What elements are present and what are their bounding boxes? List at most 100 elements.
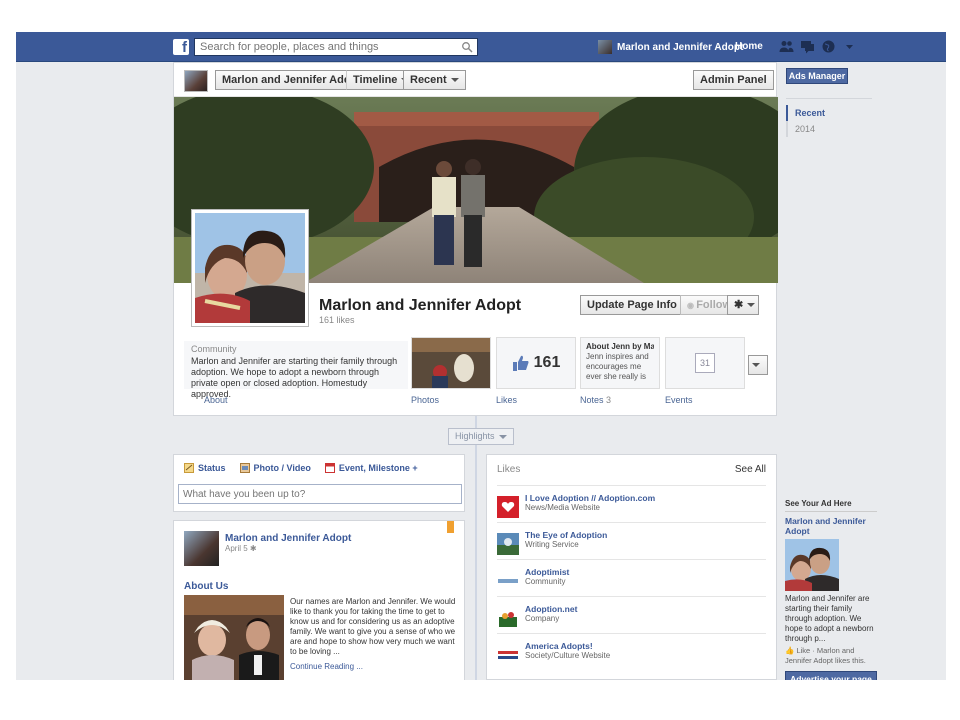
ads-manager-button[interactable]: Ads Manager bbox=[786, 68, 848, 84]
facebook-logo[interactable]: f bbox=[173, 39, 189, 56]
advertise-page-button[interactable]: Advertise your page bbox=[785, 671, 877, 680]
eye-of-adoption-logo-icon bbox=[497, 533, 519, 555]
search-box[interactable] bbox=[194, 38, 478, 56]
liked-page-category: Writing Service bbox=[525, 540, 579, 549]
adoptimist-logo-icon bbox=[497, 570, 519, 592]
about-box: Community Marlon and Jennifer are starti… bbox=[184, 341, 408, 399]
notes-tab[interactable]: Notes 3 bbox=[580, 395, 611, 405]
highlights-label: Highlights bbox=[455, 431, 495, 441]
page-card: Marlon and Jennifer Adopt Timeline Recen… bbox=[173, 62, 778, 416]
notes-tile[interactable]: About Jenn by Ma Jenn inspires and encou… bbox=[580, 337, 660, 389]
chevron-down-icon bbox=[752, 363, 760, 368]
status-composer: Status Photo / Video Event, Milestone + bbox=[173, 454, 465, 512]
events-tab[interactable]: Events bbox=[665, 395, 693, 405]
page-name-button[interactable]: Marlon and Jennifer Adopt bbox=[215, 70, 368, 90]
home-link[interactable]: Home bbox=[735, 41, 763, 52]
continue-reading-link[interactable]: Continue Reading ... bbox=[290, 662, 363, 671]
page-title: Marlon and Jennifer Adopt bbox=[319, 297, 522, 314]
event-milestone-tab[interactable]: Event, Milestone + bbox=[324, 463, 418, 473]
messages-icon[interactable] bbox=[800, 39, 815, 54]
ad-image[interactable] bbox=[785, 539, 839, 591]
recent-label: Recent bbox=[410, 74, 447, 86]
timeline-year-nav: Recent 2014 bbox=[786, 98, 872, 137]
recent-dropdown[interactable]: Recent bbox=[403, 70, 466, 90]
update-page-info-button[interactable]: Update Page Info bbox=[580, 295, 684, 315]
liked-page-name[interactable]: Adoption.net bbox=[525, 604, 577, 614]
see-your-ad-link[interactable]: See Your Ad Here bbox=[785, 499, 877, 512]
settings-gear-button[interactable]: ✱ bbox=[727, 295, 759, 315]
bookmark-icon[interactable] bbox=[447, 521, 454, 533]
likes-tile[interactable]: 161 bbox=[496, 337, 576, 389]
notes-count: 3 bbox=[606, 395, 612, 405]
highlights-dropdown[interactable]: Highlights bbox=[448, 428, 514, 445]
liked-page-item[interactable]: America Adopts! Society/Culture Website bbox=[497, 633, 766, 670]
liked-page-item[interactable]: Adoptimist Community bbox=[497, 559, 766, 596]
more-tiles-button[interactable] bbox=[748, 355, 768, 375]
settings-dropdown-icon[interactable] bbox=[842, 39, 857, 54]
liked-page-name[interactable]: America Adopts! bbox=[525, 641, 593, 651]
post-heading[interactable]: About Us bbox=[184, 581, 228, 592]
liked-page-name[interactable]: I Love Adoption // Adoption.com bbox=[525, 493, 655, 503]
post-date[interactable]: April 5 ✱ bbox=[225, 544, 257, 553]
follow-label: Follow bbox=[696, 299, 732, 311]
post-photo-image bbox=[184, 595, 284, 680]
see-all-link[interactable]: See All bbox=[735, 464, 766, 476]
calendar-icon: 31 bbox=[695, 353, 715, 373]
likes-panel: Likes See All I Love Adoption // Adoptio… bbox=[486, 454, 777, 680]
liked-page-category: Society/Culture Website bbox=[525, 651, 611, 660]
about-tab[interactable]: About bbox=[204, 395, 228, 405]
likes-panel-title[interactable]: Likes bbox=[497, 464, 520, 476]
likes-count: 161 bbox=[533, 354, 561, 371]
events-tile[interactable]: 31 bbox=[665, 337, 745, 389]
post-author-avatar[interactable] bbox=[184, 531, 219, 566]
status-tab[interactable]: Status bbox=[184, 463, 226, 473]
thumbs-up-icon bbox=[512, 355, 529, 371]
page-header-avatar[interactable] bbox=[184, 70, 208, 92]
america-adopts-logo-icon bbox=[497, 644, 519, 666]
admin-panel-button[interactable]: Admin Panel bbox=[693, 70, 774, 90]
search-input[interactable] bbox=[195, 39, 455, 55]
notes-label: Notes bbox=[580, 395, 604, 405]
year-nav-item[interactable]: 2014 bbox=[786, 121, 872, 137]
friend-requests-icon[interactable] bbox=[779, 39, 794, 54]
event-milestone-tab-label: Event, Milestone + bbox=[338, 463, 418, 473]
liked-page-name[interactable]: The Eye of Adoption bbox=[525, 530, 607, 540]
likes-panel-header: Likes See All bbox=[487, 455, 776, 485]
liked-page-item[interactable]: I Love Adoption // Adoption.com News/Med… bbox=[497, 485, 766, 522]
post-photo[interactable] bbox=[184, 595, 284, 680]
page-category: Community bbox=[191, 344, 237, 354]
liked-page-name[interactable]: Adoptimist bbox=[525, 567, 569, 577]
composer-tabs: Status Photo / Video Event, Milestone + bbox=[174, 455, 464, 473]
search-icon[interactable] bbox=[461, 41, 473, 53]
liked-page-item[interactable]: The Eye of Adoption Writing Service bbox=[497, 522, 766, 559]
liked-page-item[interactable]: Adoption.net Company bbox=[497, 596, 766, 633]
profile-photo-image bbox=[195, 213, 305, 323]
ad-title[interactable]: Marlon and Jennifer Adopt bbox=[785, 516, 877, 536]
chevron-down-icon bbox=[747, 303, 756, 308]
photos-tile[interactable] bbox=[411, 337, 491, 389]
sponsored-ad: See Your Ad Here Marlon and Jennifer Ado… bbox=[785, 499, 877, 680]
chevron-down-icon bbox=[498, 434, 507, 439]
recent-nav-item[interactable]: Recent bbox=[786, 105, 872, 121]
photo-video-tab[interactable]: Photo / Video bbox=[239, 463, 311, 473]
post-date-text: April 5 bbox=[225, 544, 248, 553]
likes-tab[interactable]: Likes bbox=[496, 395, 517, 405]
timeline-post: Marlon and Jennifer Adopt April 5 ✱ Abou… bbox=[173, 520, 465, 680]
status-input[interactable] bbox=[178, 484, 462, 504]
status-tab-label: Status bbox=[198, 463, 226, 473]
liked-page-category: News/Media Website bbox=[525, 503, 600, 512]
photo-icon bbox=[239, 463, 250, 473]
ads-manager-container: Ads Manager bbox=[786, 68, 848, 84]
photos-tab[interactable]: Photos bbox=[411, 395, 439, 405]
top-user-link[interactable]: Marlon and Jennifer Adopt bbox=[598, 40, 743, 54]
liked-page-category: Community bbox=[525, 577, 566, 586]
thumbs-up-icon[interactable]: 👍 bbox=[785, 646, 794, 655]
adoption-com-logo-icon bbox=[497, 496, 519, 518]
top-navigation-bar: f Marlon and Jennifer Adopt Home bbox=[16, 32, 946, 62]
post-author-name[interactable]: Marlon and Jennifer Adopt bbox=[225, 533, 351, 544]
profile-picture[interactable] bbox=[191, 209, 309, 327]
timeline-label: Timeline bbox=[353, 74, 398, 86]
ad-like-text: Like · Marlon and Jennifer Adopt likes t… bbox=[785, 646, 866, 665]
notifications-globe-icon[interactable] bbox=[821, 39, 836, 54]
post-body: Our names are Marlon and Jennifer. We wo… bbox=[290, 597, 456, 656]
